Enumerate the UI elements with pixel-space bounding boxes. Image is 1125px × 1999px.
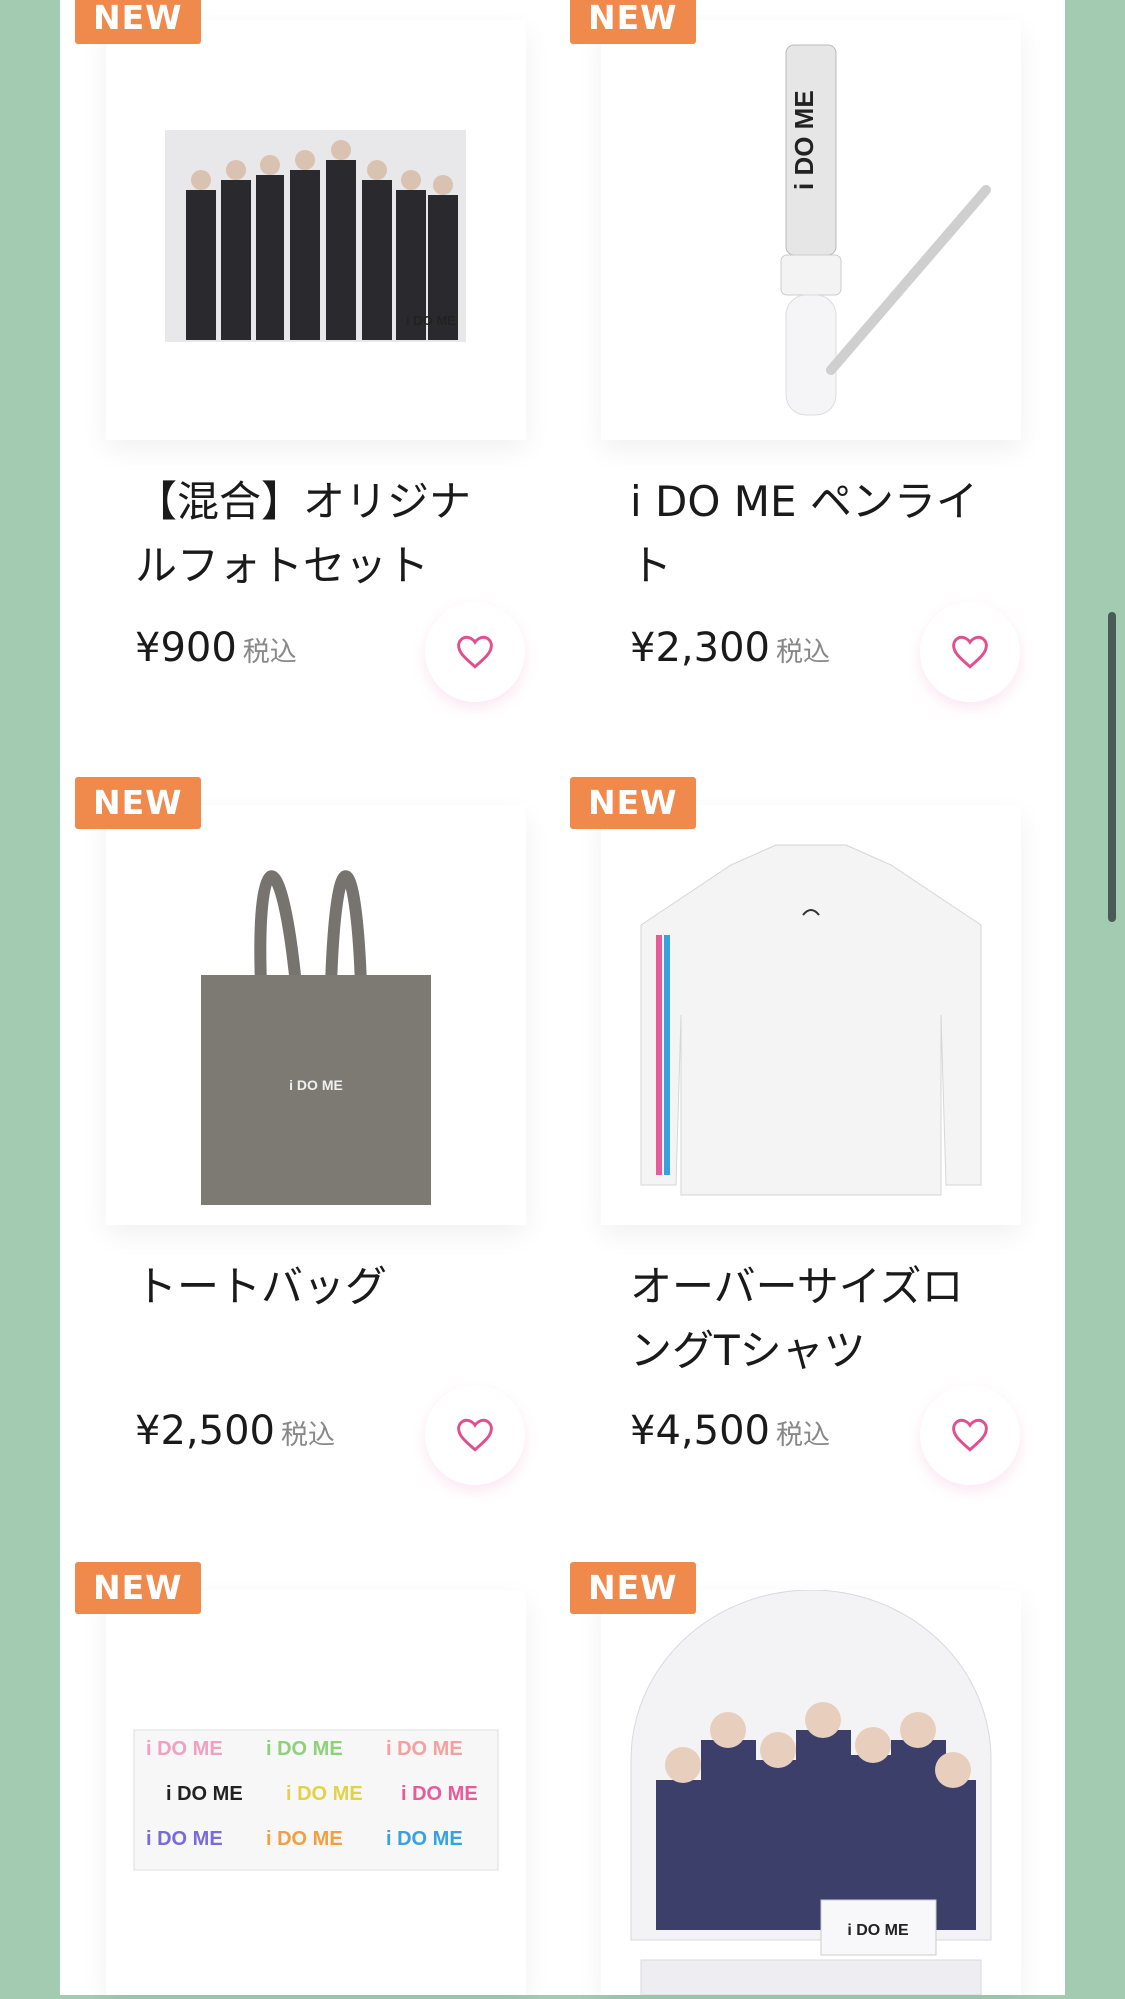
favorite-button[interactable] — [425, 1385, 525, 1485]
tote-logo-text: i DO ME — [289, 1077, 343, 1093]
product-image[interactable] — [601, 805, 1021, 1225]
product-image[interactable]: i DO ME i DO ME i DO ME i DO ME i DO ME … — [106, 1590, 526, 1995]
favorite-button[interactable] — [920, 602, 1020, 702]
product-price: ¥2,300 税込 — [630, 625, 830, 671]
stand-logo-text: i DO ME — [847, 1922, 909, 1939]
product-image[interactable]: i DO ME — [106, 805, 526, 1225]
towel-pattern-text: i DO ME — [286, 1783, 363, 1805]
product-image[interactable]: i DO ME — [601, 20, 1021, 440]
towel-pattern-text: i DO ME — [266, 1738, 343, 1760]
acrylic-stand-image: i DO ME — [630, 1589, 992, 1996]
price-value: ¥2,300 — [630, 625, 770, 671]
heart-icon — [952, 1418, 988, 1452]
product-image[interactable]: i DO ME — [106, 20, 526, 440]
new-badge: NEW — [75, 777, 201, 829]
new-badge: NEW — [570, 777, 696, 829]
product-title[interactable]: トートバッグ — [135, 1255, 505, 1319]
new-badge: NEW — [570, 1562, 696, 1614]
product-title[interactable]: i DO ME ペンライト — [630, 470, 1000, 598]
heart-icon — [952, 635, 988, 669]
scrollbar-thumb[interactable] — [1108, 612, 1116, 922]
penlight-logo-text: i DO ME — [789, 90, 819, 190]
product-price: ¥4,500 税込 — [630, 1408, 830, 1454]
towel-pattern-text: i DO ME — [166, 1783, 243, 1805]
heart-icon — [457, 635, 493, 669]
price-value: ¥4,500 — [630, 1408, 770, 1454]
towel-pattern-text: i DO ME — [386, 1738, 463, 1760]
new-badge: NEW — [570, 0, 696, 44]
towel-pattern-text: i DO ME — [146, 1828, 223, 1850]
product-title[interactable]: オーバーサイズロングTシャツ — [630, 1255, 1000, 1383]
towel-pattern-text: i DO ME — [386, 1828, 463, 1850]
product-price: ¥900 税込 — [135, 625, 297, 671]
tax-label: 税込 — [242, 637, 297, 668]
tote-bag-image: i DO ME — [201, 870, 431, 1205]
price-value: ¥900 — [135, 625, 237, 671]
group-photo-image: i DO ME — [165, 130, 466, 342]
tax-label: 税込 — [775, 637, 830, 668]
tax-label: 税込 — [280, 1420, 335, 1451]
favorite-button[interactable] — [425, 602, 525, 702]
new-badge: NEW — [75, 1562, 201, 1614]
product-price: ¥2,500 税込 — [135, 1408, 335, 1454]
price-value: ¥2,500 — [135, 1408, 275, 1454]
new-badge: NEW — [75, 0, 201, 44]
towel-image: i DO ME i DO ME i DO ME i DO ME i DO ME … — [133, 1729, 499, 1871]
towel-pattern-text: i DO ME — [266, 1828, 343, 1850]
photo-logo-text: i DO ME — [406, 313, 456, 328]
product-grid: i DO ME NEW 【混合】オリジナルフォトセット ¥900 税込 i DO … — [60, 0, 1065, 1996]
penlight-image: i DO ME — [780, 44, 991, 416]
product-image[interactable]: i DO ME — [601, 1589, 1021, 1996]
towel-pattern-text: i DO ME — [401, 1783, 478, 1805]
towel-pattern-text: i DO ME — [146, 1738, 223, 1760]
product-title[interactable]: 【混合】オリジナルフォトセット — [135, 470, 505, 598]
favorite-button[interactable] — [920, 1385, 1020, 1485]
tax-label: 税込 — [775, 1420, 830, 1451]
heart-icon — [457, 1418, 493, 1452]
long-tshirt-image — [640, 844, 982, 1196]
